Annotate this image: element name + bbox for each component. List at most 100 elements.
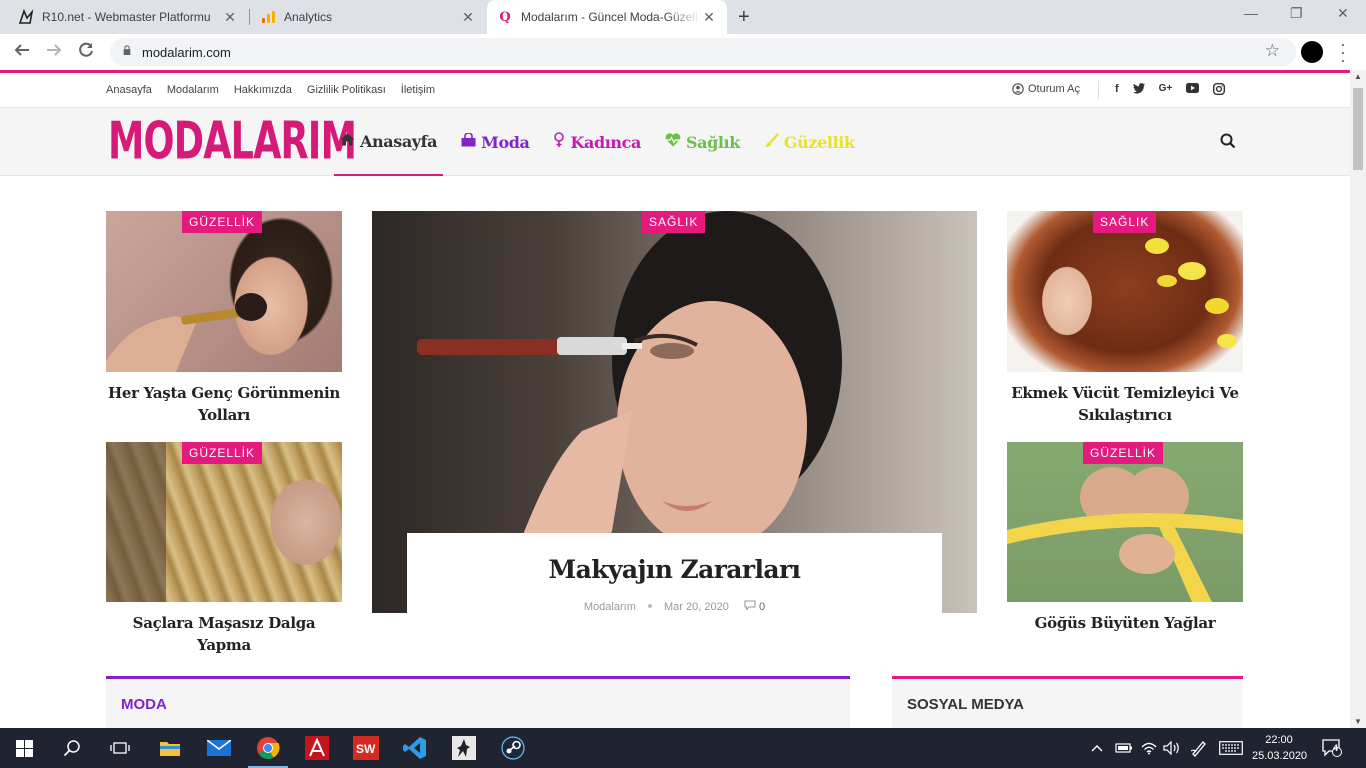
search-icon[interactable]: [1220, 133, 1236, 149]
article-title[interactable]: Her Yaşta Genç Görünmenin Yolları: [106, 382, 342, 426]
menu-label: Moda: [481, 132, 530, 152]
browser-tab-strip: R10.net - Webmaster Platformu ✕ Analytic…: [0, 0, 1366, 34]
menu-item-saglik[interactable]: Sağlık: [659, 108, 746, 176]
article-card[interactable]: SAĞLIK Ekmek Vücüt Temizleyici Ve Sıkıla…: [1007, 211, 1243, 436]
address-bar[interactable]: modalarim.com ☆: [110, 38, 1296, 66]
notification-center-icon[interactable]: 4: [1322, 728, 1342, 768]
article-card[interactable]: GÜZELLİK Her Yaşta Genç Görünmenin Yolla…: [106, 211, 342, 436]
steam-icon[interactable]: [489, 728, 537, 768]
vscode-icon[interactable]: [391, 728, 439, 768]
tab-title: Analytics: [284, 10, 333, 24]
page-scrollbar[interactable]: ▲ ▼: [1350, 70, 1366, 728]
mail-icon[interactable]: [195, 728, 243, 768]
close-icon[interactable]: ✕: [460, 9, 476, 26]
close-icon[interactable]: ✕: [222, 9, 238, 26]
counter-strike-icon[interactable]: [440, 728, 488, 768]
autocad-icon[interactable]: [293, 728, 341, 768]
category-badge[interactable]: GÜZELLİK: [1083, 442, 1164, 464]
file-explorer-icon[interactable]: [146, 728, 194, 768]
login-link[interactable]: Oturum Aç: [1012, 83, 1080, 95]
menu-item-kadinca[interactable]: Kadınca: [547, 108, 646, 176]
home-icon: [340, 133, 355, 150]
top-link-hakkimizda[interactable]: Hakkımızda: [234, 84, 292, 96]
facebook-icon[interactable]: f: [1115, 83, 1119, 98]
keyboard-icon[interactable]: [1219, 728, 1243, 768]
featured-caption: Makyajın Zararları Modalarım Mar 20, 202…: [407, 533, 942, 613]
top-link-modalarim[interactable]: Modalarım: [167, 84, 219, 96]
scroll-thumb[interactable]: [1353, 88, 1363, 170]
chrome-icon[interactable]: [244, 728, 292, 768]
site-logo[interactable]: MODALARIM: [108, 115, 357, 168]
article-image[interactable]: [1007, 211, 1243, 372]
article-title[interactable]: Saçlara Maşasız Dalga Yapma: [106, 612, 342, 656]
article-card[interactable]: GÜZELLİK Göğüs Büyüten Yağlar: [1007, 442, 1243, 667]
menu-label: Kadınca: [570, 132, 641, 152]
minimize-icon[interactable]: —: [1244, 5, 1258, 21]
lock-icon: [123, 45, 131, 55]
task-view-icon[interactable]: [96, 728, 144, 768]
menu-label: Güzellik: [783, 132, 855, 152]
section-social-media: SOSYAL MEDYA: [892, 676, 1243, 728]
article-title[interactable]: Ekmek Vücüt Temizleyici Ve Sıkılaştırıcı: [1007, 382, 1243, 426]
tab-modalarim[interactable]: Q Modalarım - Güncel Moda-Güzellik ✕: [487, 0, 727, 34]
top-links: Anasayfa Modalarım Hakkımızda Gizlilik P…: [106, 84, 435, 96]
menu-item-guzellik[interactable]: Güzellik: [758, 108, 861, 176]
section-title: SOSYAL MEDYA: [907, 696, 1024, 713]
article-title[interactable]: Göğüs Büyüten Yağlar: [1007, 612, 1243, 634]
bookmark-star-icon[interactable]: ☆: [1265, 41, 1280, 61]
tab-analytics[interactable]: Analytics ✕: [250, 0, 486, 34]
youtube-icon[interactable]: [1186, 83, 1200, 98]
show-hidden-icons[interactable]: [1090, 728, 1104, 768]
clock-time: 22:00: [1265, 734, 1293, 746]
meta-dot: [647, 604, 652, 608]
pen-workspace-icon[interactable]: [1190, 728, 1208, 768]
r10-icon: [18, 9, 34, 25]
instagram-icon[interactable]: [1213, 82, 1226, 98]
web-page: Anasayfa Modalarım Hakkımızda Gizlilik P…: [0, 70, 1350, 728]
scroll-down-icon[interactable]: ▼: [1354, 717, 1362, 726]
article-card[interactable]: GÜZELLİK Saçlara Maşasız Dalga Yapma: [106, 442, 342, 667]
top-link-anasayfa[interactable]: Anasayfa: [106, 84, 152, 96]
category-badge[interactable]: GÜZELLİK: [182, 442, 263, 464]
author[interactable]: Modalarım: [584, 601, 636, 613]
menu-kebab-icon[interactable]: · · ·: [1340, 35, 1346, 69]
featured-title[interactable]: Makyajın Zararları: [407, 555, 942, 584]
comment-icon: [744, 600, 759, 613]
google-plus-icon[interactable]: G+: [1159, 83, 1173, 98]
top-link-gizlilik[interactable]: Gizlilik Politikası: [307, 84, 386, 96]
tab-r10[interactable]: R10.net - Webmaster Platformu ✕: [8, 0, 248, 34]
restore-icon[interactable]: ❐: [1290, 5, 1303, 22]
volume-icon[interactable]: [1163, 728, 1181, 768]
analytics-icon: [260, 9, 276, 25]
solidworks-icon[interactable]: SW: [342, 728, 390, 768]
profile-avatar[interactable]: [1301, 41, 1323, 63]
comment-count[interactable]: 0: [759, 601, 765, 613]
forward-icon[interactable]: [45, 41, 63, 64]
menu-item-moda[interactable]: Moda: [455, 108, 535, 176]
window-close-icon[interactable]: ✕: [1337, 5, 1349, 22]
brush-icon: [764, 132, 779, 152]
scroll-up-icon[interactable]: ▲: [1354, 72, 1362, 81]
reload-icon[interactable]: [77, 41, 95, 64]
wifi-icon[interactable]: [1141, 728, 1157, 768]
heartbeat-icon: [665, 133, 681, 151]
article-image[interactable]: [106, 442, 342, 602]
category-badge[interactable]: SAĞLIK: [642, 211, 706, 233]
menu-item-anasayfa[interactable]: Anasayfa: [334, 108, 444, 176]
article-image[interactable]: [106, 211, 342, 372]
section-title[interactable]: MODA: [121, 696, 167, 713]
back-icon[interactable]: [13, 41, 31, 64]
system-clock[interactable]: 22:00 25.03.2020: [1252, 732, 1307, 764]
category-badge[interactable]: GÜZELLİK: [182, 211, 263, 233]
search-icon[interactable]: [48, 728, 96, 768]
close-icon[interactable]: ✕: [701, 9, 717, 26]
battery-icon[interactable]: [1115, 728, 1133, 768]
category-badge[interactable]: SAĞLIK: [1093, 211, 1157, 233]
new-tab-icon[interactable]: +: [738, 6, 750, 29]
article-image[interactable]: [1007, 442, 1243, 602]
twitter-icon[interactable]: [1132, 83, 1145, 98]
windows-start-icon[interactable]: [0, 728, 48, 768]
top-link-iletisim[interactable]: İletişim: [401, 84, 435, 96]
menu-label: Sağlık: [685, 132, 740, 152]
social-icons: f G+: [1115, 82, 1226, 98]
